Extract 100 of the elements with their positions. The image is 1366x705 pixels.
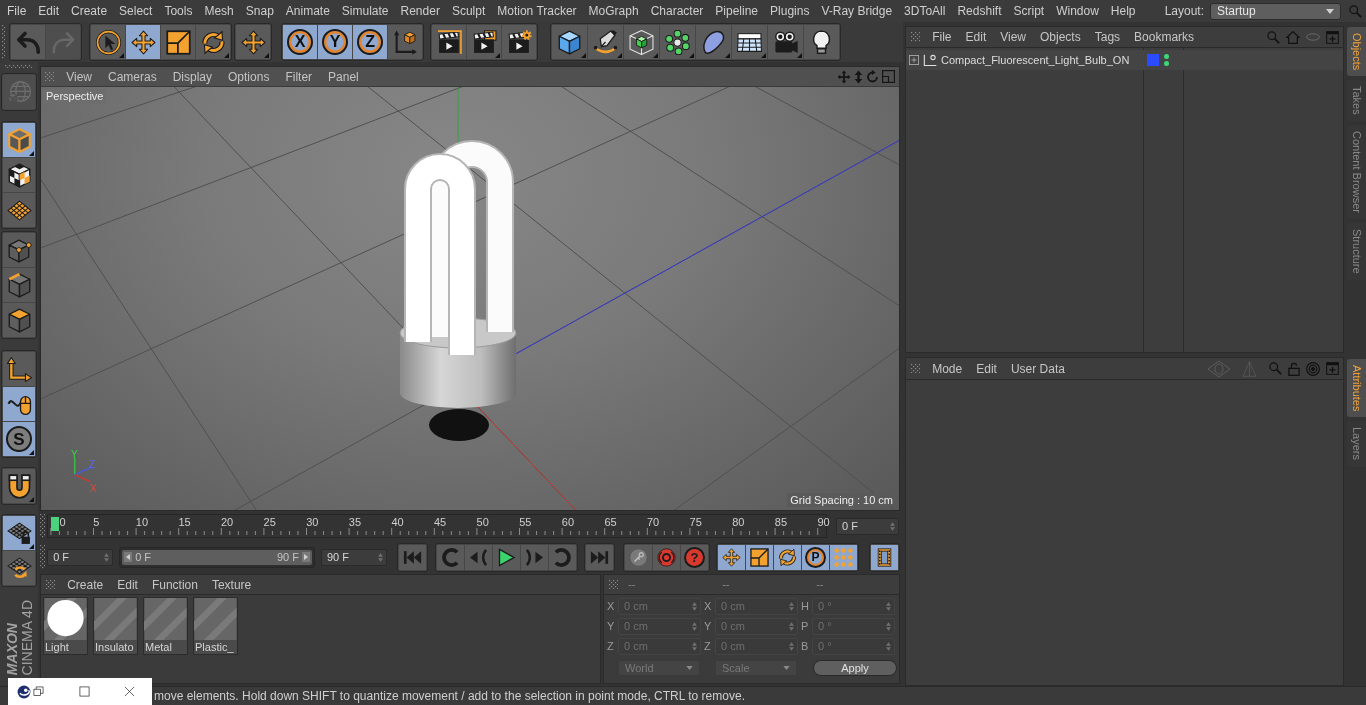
workplane-button[interactable] [3,193,35,228]
render-view-button[interactable] [432,25,467,59]
material-tile[interactable]: Metal [143,597,188,655]
prev-key-button[interactable] [437,544,464,570]
tweak-button[interactable] [3,387,35,422]
camera-button[interactable] [768,25,804,59]
menu-item[interactable]: Create [67,578,104,591]
menu-item[interactable]: File [932,31,952,43]
scale-button[interactable] [161,25,196,59]
menu-item[interactable]: Cameras [108,70,157,83]
left-arrow-icon[interactable] [124,552,133,562]
workplane-align-button[interactable] [3,551,35,586]
timeline-track[interactable]: 0 5 10 15 20 25 30 35 40 45 50 55 60 65 70 75 80 85 90 [47,514,828,538]
next-key-button[interactable] [549,544,576,570]
render-picture-button[interactable] [467,25,502,59]
cloner-button[interactable] [660,25,696,59]
model-button[interactable] [3,123,35,158]
right-arrow-icon[interactable] [302,552,310,562]
grip-icon[interactable] [45,71,55,82]
menu-item[interactable]: Simulate [341,5,389,17]
menu-item[interactable]: Mesh [204,5,234,17]
undo-button[interactable] [11,25,46,59]
key-off-button[interactable] [625,544,652,570]
menu-item[interactable]: Select [119,5,153,17]
menu-item[interactable]: Panel [328,70,359,83]
play-button[interactable] [493,544,520,570]
menu-item[interactable]: Tools [164,5,193,17]
grip-icon[interactable] [46,579,56,590]
polygons-button[interactable] [3,303,35,338]
material-tile[interactable]: Insulato [93,597,138,655]
menu-item[interactable]: Plugins [770,5,810,17]
menu-item[interactable]: Help [1110,5,1136,17]
rotate-button[interactable] [774,544,801,570]
move-button[interactable] [126,25,161,59]
menu-item[interactable]: Texture [211,578,252,591]
cube-button[interactable] [552,25,588,59]
side-tab[interactable]: Attributes [1347,359,1366,418]
maximize-panel-icon[interactable] [882,70,895,83]
menu-item[interactable]: Edit [117,578,138,591]
rotate-button[interactable] [196,25,231,59]
menu-item[interactable]: Render [400,5,440,17]
live-select-button[interactable] [91,25,126,59]
menu-item[interactable]: Character [650,5,704,17]
floor-button[interactable] [732,25,768,59]
menu-item[interactable]: Pipeline [715,5,759,17]
menu-item[interactable]: Options [228,70,270,83]
viewport-canvas[interactable]: Perspective Y Z X Grid Spacing : 10 cm [41,87,899,510]
menu-item[interactable]: Objects [1040,31,1081,43]
menu-item[interactable]: 3DToAll [904,5,946,17]
texture-button[interactable] [3,158,35,193]
menu-item[interactable]: File [7,5,27,17]
grip-icon[interactable] [2,25,6,59]
menu-item[interactable]: Animate [285,5,330,17]
menu-item[interactable]: Display [172,70,213,83]
side-tab[interactable]: Objects [1347,27,1366,77]
menu-item[interactable]: Create [71,5,108,17]
edges-button[interactable] [3,268,35,303]
input-field[interactable]: 0 F [47,548,114,566]
record-button[interactable] [653,544,680,570]
four-way-arrow-icon[interactable] [837,69,851,84]
light-button[interactable] [804,25,840,59]
menu-item[interactable]: Function [151,578,198,591]
coordinate-system-button[interactable] [388,25,423,59]
menu-item[interactable]: Edit [976,362,997,375]
menu-item[interactable]: V-Ray Bridge [821,5,893,17]
pen-button[interactable] [588,25,624,59]
z-axis-button[interactable]: Z [353,25,388,59]
rotate-arrow-icon[interactable] [866,69,879,84]
up-down-arrow-icon[interactable] [854,69,863,84]
x-axis-button[interactable]: X [283,25,318,59]
menu-item[interactable]: View [1000,31,1026,43]
grip-icon[interactable] [5,65,33,69]
layout-dropdown[interactable]: Startup [1210,2,1341,20]
grip-icon[interactable] [911,363,921,374]
deformer-button[interactable] [696,25,732,59]
render-settings-button[interactable] [502,25,537,59]
menu-item[interactable]: View [66,70,92,83]
input-field[interactable]: 90 F [321,548,387,566]
scale-button[interactable] [746,544,773,570]
solo-button[interactable]: S [3,422,35,457]
menu-item[interactable]: Script [1013,5,1045,17]
y-axis-button[interactable]: Y [318,25,353,59]
material-tile[interactable]: Plastic_ [193,597,238,655]
menu-item[interactable]: Tags [1094,31,1121,43]
autokey-button[interactable]: ? [681,544,708,570]
menu-item[interactable]: Snap [245,5,274,17]
workplane-lock-button[interactable] [3,516,35,551]
points-button[interactable] [3,233,35,268]
grip-icon[interactable] [40,514,46,538]
menu-item[interactable]: Filter [285,70,313,83]
menu-item[interactable]: Bookmarks [1134,31,1195,43]
input-field[interactable]: 0 F [836,517,899,535]
parameter-button[interactable]: P [802,544,829,570]
move-button[interactable] [718,544,745,570]
grip-icon[interactable] [911,32,921,42]
menu-item[interactable]: Mode [932,362,963,375]
grip-icon[interactable] [40,545,46,569]
expand-plus-icon[interactable] [909,55,919,65]
restore-icon[interactable] [33,686,44,697]
material-tile[interactable]: Light [43,597,88,655]
